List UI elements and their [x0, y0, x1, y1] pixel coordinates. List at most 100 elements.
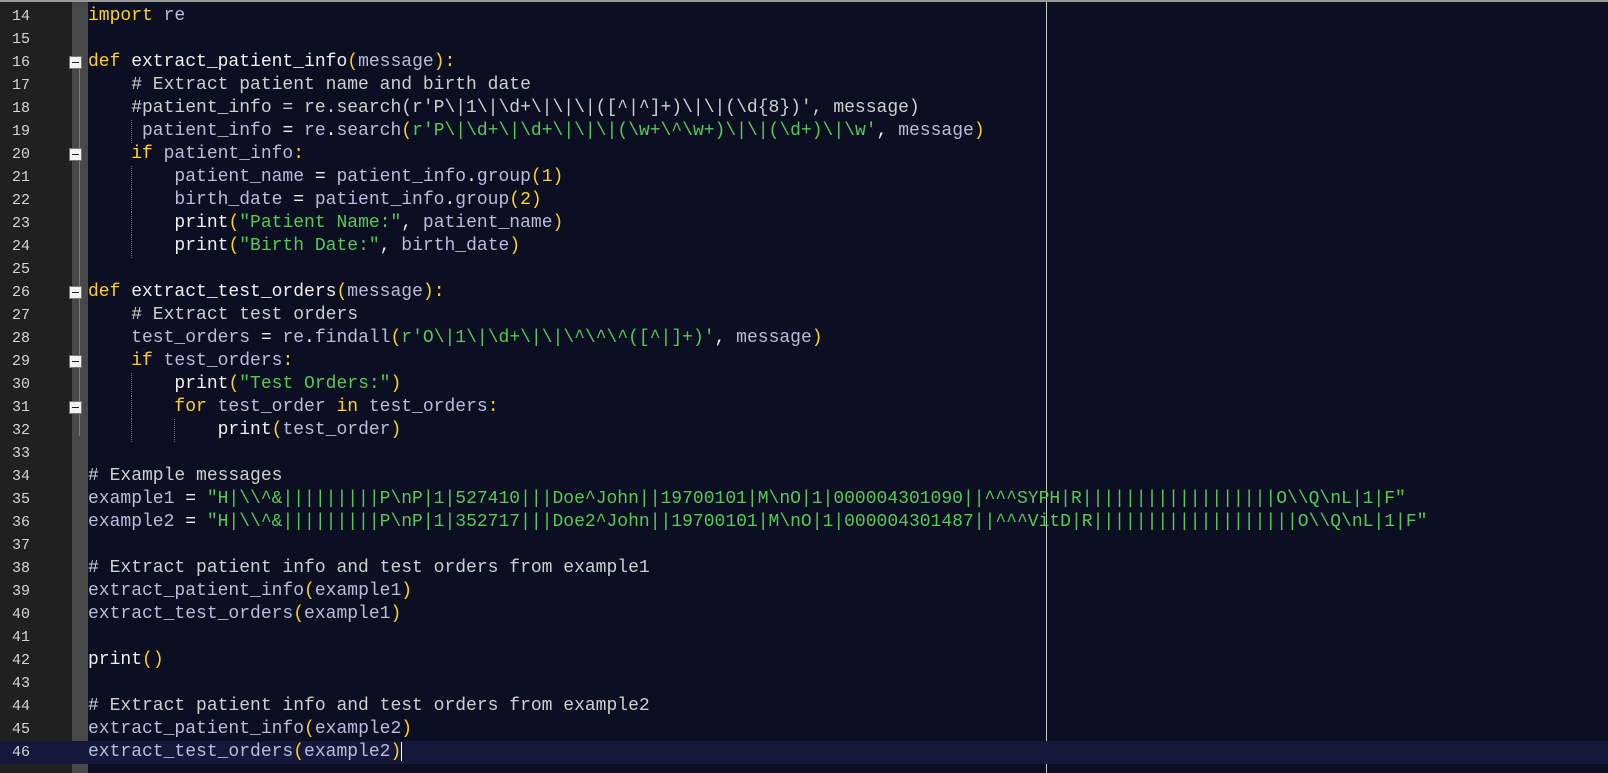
code-token: print — [88, 650, 143, 670]
code-line[interactable]: 19 patient_info = re.search(r'P\|\d+\|\d… — [0, 120, 1608, 143]
code-line[interactable]: 28 test_orders = re.findall(r'O\|1\|\d+\… — [0, 327, 1608, 350]
code-line[interactable]: 39 extract_patient_info(example1) — [0, 580, 1608, 603]
code-token: . — [325, 121, 337, 141]
code-line[interactable]: 42 print() — [0, 649, 1608, 672]
code-token: ( — [304, 719, 315, 739]
code-token: example1 — [304, 604, 391, 624]
line-number: 32 — [11, 422, 30, 439]
code-token: = — [282, 190, 315, 210]
code-token: ) — [390, 742, 402, 762]
code-line[interactable]: 30 print("Test Orders:") — [0, 373, 1608, 396]
code-token: = — [250, 328, 283, 348]
code-token: message — [898, 121, 974, 141]
line-number: 17 — [11, 77, 30, 94]
code-token: ( — [271, 420, 283, 440]
fold-toggle-icon[interactable] — [69, 56, 82, 69]
line-number: 25 — [11, 261, 30, 278]
code-token: = — [174, 489, 207, 509]
code-line[interactable]: 40 extract_test_orders(example1) — [0, 603, 1608, 626]
code-editor[interactable]: 14 import re 15 16 def extract_patient_info(… — [0, 0, 1608, 773]
fold-toggle-icon[interactable] — [69, 148, 82, 161]
code-text: if patient_info: — [88, 143, 304, 166]
code-line[interactable]: 26 def extract_test_orders(message): — [0, 281, 1608, 304]
code-token: ) — [811, 328, 823, 348]
code-line[interactable]: 17 # Extract patient name and birth date — [0, 74, 1608, 97]
code-token: ) — [530, 190, 542, 210]
code-line[interactable]: 37 — [0, 534, 1608, 557]
code-text: extract_patient_info(example1) — [88, 580, 412, 603]
code-token: , — [379, 236, 402, 256]
code-line[interactable]: 22 birth_date = patient_info.group(2) — [0, 189, 1608, 212]
code-token: re — [282, 328, 305, 348]
code-line[interactable]: 31 for test_order in test_orders: — [0, 396, 1608, 419]
fold-toggle-icon[interactable] — [69, 401, 82, 414]
code-line[interactable]: 24 print("Birth Date:", birth_date) — [0, 235, 1608, 258]
code-token: if — [88, 144, 153, 164]
code-text: patient_name = patient_info.group(1) — [88, 166, 563, 189]
line-number: 41 — [11, 629, 30, 646]
code-line[interactable]: 15 — [0, 28, 1608, 51]
code-text: def extract_patient_info(message): — [88, 51, 455, 74]
code-token: # Extract patient info and test orders f… — [88, 696, 650, 716]
code-line[interactable]: 18 #patient_info = re.search(r'P\|1\|\d+… — [0, 97, 1608, 120]
code-text: # Example messages — [88, 465, 282, 488]
code-token: = — [304, 167, 337, 187]
code-text: birth_date = patient_info.group(2) — [88, 189, 542, 212]
code-token: import — [88, 6, 153, 26]
code-line[interactable]: 35 example1 = "H|\\^&|||||||||P\nP|1|5274… — [0, 488, 1608, 511]
code-line[interactable]: 27 # Extract test orders — [0, 304, 1608, 327]
code-line[interactable]: 23 print("Patient Name:", patient_name) — [0, 212, 1608, 235]
line-number: 23 — [11, 215, 30, 232]
code-token: example2 — [314, 719, 402, 739]
code-token: ( — [390, 328, 402, 348]
code-line[interactable]: 29 if test_orders: — [0, 350, 1608, 373]
code-text-area[interactable]: 14 import re 15 16 def extract_patient_info(… — [0, 5, 1608, 764]
code-token: extract_test_orders — [120, 282, 337, 302]
code-text: test_orders = re.findall(r'O\|1\|\d+\|\|… — [88, 327, 823, 350]
code-token: extract_patient_info — [88, 581, 305, 601]
code-line[interactable]: 21 patient_name = patient_info.group(1) — [0, 166, 1608, 189]
code-line[interactable]: 38 # Extract patient info and test orders… — [0, 557, 1608, 580]
code-token: group — [455, 190, 510, 210]
code-line[interactable]: 14 import re — [0, 5, 1608, 28]
code-token: group — [476, 167, 531, 187]
code-token: "Birth Date:" — [239, 236, 380, 256]
code-token: : — [487, 397, 499, 417]
code-line[interactable]: 33 — [0, 442, 1608, 465]
code-token: ( — [347, 52, 359, 72]
code-token: : — [293, 144, 305, 164]
code-token: test_order — [206, 397, 337, 417]
line-number: 20 — [11, 146, 30, 163]
code-token: ) — [401, 719, 413, 739]
code-token: # Example messages — [88, 466, 283, 486]
code-line[interactable]: 16 def extract_patient_info(message): — [0, 51, 1608, 74]
code-token: ) — [552, 167, 564, 187]
fold-toggle-icon[interactable] — [69, 286, 82, 299]
line-number: 46 — [11, 744, 30, 761]
code-line[interactable]: 34 # Example messages — [0, 465, 1608, 488]
code-line[interactable]: 25 — [0, 258, 1608, 281]
line-number: 15 — [11, 31, 30, 48]
code-token: = — [174, 512, 207, 532]
code-line[interactable]: 46 extract_test_orders(example2) — [0, 741, 1608, 764]
code-line[interactable]: 43 — [0, 672, 1608, 695]
fold-toggle-icon[interactable] — [69, 355, 82, 368]
code-token: r'O\|1\|\d+\|\|\^\^\^([^|]+)' — [401, 328, 715, 348]
code-token: () — [142, 650, 164, 670]
line-number: 30 — [11, 376, 30, 393]
code-token: for — [88, 397, 207, 417]
code-line[interactable]: 36 example2 = "H|\\^&|||||||||P\nP|1|3527… — [0, 511, 1608, 534]
code-text: example1 = "H|\\^&|||||||||P\nP|1|527410… — [88, 488, 1406, 511]
code-text: if test_orders: — [88, 350, 293, 373]
code-line[interactable]: 41 — [0, 626, 1608, 649]
code-line[interactable]: 20 if patient_info: — [0, 143, 1608, 166]
code-token: ( — [228, 236, 240, 256]
code-text: print() — [88, 649, 164, 672]
line-number: 26 — [11, 284, 30, 301]
code-line[interactable]: 45 extract_patient_info(example2) — [0, 718, 1608, 741]
code-line[interactable]: 32 print(test_order) — [0, 419, 1608, 442]
code-token: "H|\\^&|||||||||P\nP|1|352717|||Doe2^Joh… — [206, 512, 1428, 532]
code-token: test_order — [282, 420, 391, 440]
code-line[interactable]: 44 # Extract patient info and test orders… — [0, 695, 1608, 718]
line-number: 35 — [11, 491, 30, 508]
